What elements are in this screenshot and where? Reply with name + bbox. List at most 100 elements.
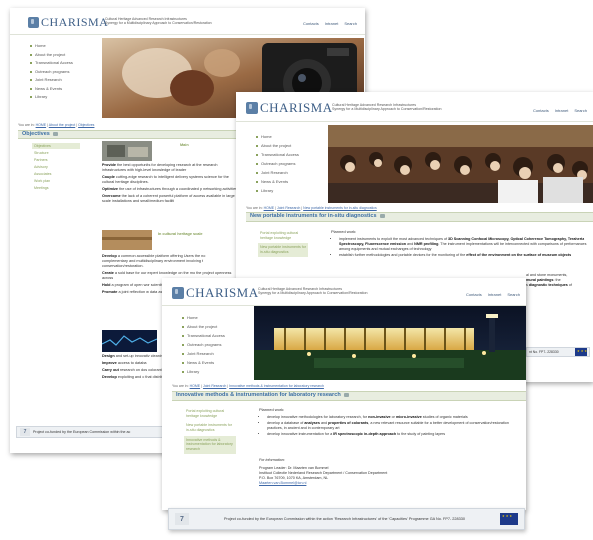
planned-work-item: establish further methodologies and port… [339, 253, 589, 258]
intranet-link[interactable]: Intranet [325, 21, 339, 26]
contacts-link[interactable]: Contacts [466, 292, 482, 297]
heritage-label: In cultural heritage scale [158, 232, 203, 236]
objective-paragraph: Provide the best opportunits for develop… [102, 163, 218, 172]
bullet-icon [30, 79, 32, 82]
charisma-logo[interactable]: CHARISMA [246, 100, 333, 116]
intranet-link[interactable]: Intranet [488, 292, 502, 297]
menu-item-outreach[interactable]: Outreach programs [256, 159, 324, 168]
menu-item-joint-research[interactable]: Joint Research [256, 168, 324, 177]
subnav: Portal exploiting cultural heritage know… [258, 229, 308, 257]
main-label: Main [180, 143, 189, 147]
menu-item-outreach[interactable]: Outreach programs [182, 340, 250, 349]
bullet-icon [256, 189, 258, 192]
breadcrumb-joint-research[interactable]: Joint Research [277, 206, 300, 210]
header-photo-conference [328, 125, 593, 203]
breadcrumb: You are in: HOME | Joint Research | New … [246, 206, 377, 210]
print-icon[interactable] [379, 214, 385, 218]
charisma-logo-icon [172, 287, 184, 299]
bullet-icon [182, 352, 184, 355]
intranet-link[interactable]: Intranet [555, 108, 569, 113]
search-link[interactable]: Search [507, 292, 520, 297]
menu-item-news-events[interactable]: News & Events [182, 358, 250, 367]
contacts-link[interactable]: Contacts [533, 108, 549, 113]
bullet-icon [256, 153, 258, 156]
planned-work-label: Planned work: [259, 407, 285, 412]
menu-item-transnational-access[interactable]: Transnational Access [182, 331, 250, 340]
subnav-meetings[interactable]: Meetings [32, 185, 80, 191]
top-nav: Contacts Intranet Search [466, 292, 520, 297]
planned-work-list: develop innovative methodologies for lab… [259, 415, 521, 438]
menu-item-home[interactable]: Home [256, 132, 324, 141]
bullet-icon [30, 45, 32, 48]
menu-item-library[interactable]: Library [182, 367, 250, 376]
bullet-icon [182, 361, 184, 364]
bullet-icon [256, 180, 258, 183]
page-title: New portable instruments for in-situ dia… [250, 213, 385, 219]
site-tagline: Cultural Heritage Advanced Research Infr… [258, 287, 368, 296]
menu-item-about[interactable]: About the project [256, 141, 324, 150]
bullet-icon [256, 171, 258, 174]
menu-item-joint-research[interactable]: Joint Research [30, 76, 100, 85]
subnav-portal[interactable]: Portal exploiting cultural heritage know… [184, 407, 236, 420]
bullet-icon [182, 334, 184, 337]
thumbnail-lab-equipment [102, 141, 152, 161]
print-icon[interactable] [343, 393, 349, 397]
bullet-icon [182, 316, 184, 319]
bullet-icon [30, 62, 32, 65]
menu-item-home[interactable]: Home [182, 313, 250, 322]
subnav-portable-instruments[interactable]: New portable instruments for in-situ dia… [184, 421, 236, 434]
menu-item-about[interactable]: About the project [182, 322, 250, 331]
funding-footer: 7 Project co-funded by the European Comm… [168, 508, 525, 530]
menu-item-transnational-access[interactable]: Transnational Access [30, 59, 100, 68]
charisma-logo-icon [28, 17, 39, 28]
breadcrumb-about[interactable]: About the project [49, 123, 75, 127]
search-link[interactable]: Search [344, 21, 357, 26]
main-menu: Home About the project Transnational Acc… [182, 313, 250, 376]
planned-work-item: implement instruments to exploit the mos… [339, 237, 589, 252]
menu-item-library[interactable]: Library [30, 93, 100, 102]
breadcrumb-home[interactable]: HOME [264, 206, 275, 210]
top-nav: Contacts Intranet Search [533, 108, 587, 113]
search-link[interactable]: Search [574, 108, 587, 113]
bullet-icon [30, 70, 32, 73]
subnav: Portal exploiting cultural heritage know… [184, 407, 236, 454]
objective-paragraph: Couple cutting-edge research to intellig… [102, 175, 229, 184]
menu-item-transnational-access[interactable]: Transnational Access [256, 150, 324, 159]
eu-flag-icon [575, 348, 588, 356]
charisma-logo[interactable]: CHARISMA [28, 15, 108, 30]
contact-info: For information: Program Leader: Dr. Maa… [259, 458, 521, 486]
menu-item-news-events[interactable]: News & Events [30, 85, 100, 94]
breadcrumb-current[interactable]: Innovative methods & instrumentation for… [229, 384, 324, 388]
subnav-portable-instruments[interactable]: New portable instruments for in-situ dia… [258, 243, 308, 257]
menu-item-home[interactable]: Home [30, 42, 100, 51]
bullet-icon [256, 144, 258, 147]
breadcrumb-objectives[interactable]: Objectives [78, 123, 94, 127]
subnav-work-plan[interactable]: Work plan [32, 178, 80, 184]
conference-audience-illustration [328, 125, 593, 203]
menu-item-outreach[interactable]: Outreach programs [30, 68, 100, 77]
subnav-innovative-methods[interactable]: Innovative methods & instrumentation for… [184, 435, 236, 454]
subnav: Objectives Structure Partners Advisory A… [32, 143, 80, 191]
breadcrumb-joint-research[interactable]: Joint Research [203, 384, 226, 388]
subnav-portal[interactable]: Portal exploiting cultural heritage know… [258, 229, 308, 242]
header-photo-building-night [254, 306, 526, 380]
contact-email-link[interactable]: Maarten.van.Bommel@icn.nl [259, 481, 521, 486]
bullet-icon [30, 87, 32, 90]
menu-item-joint-research[interactable]: Joint Research [182, 349, 250, 358]
charisma-logo[interactable]: CHARISMA [172, 285, 259, 301]
subnav-partners[interactable]: Partners [32, 157, 80, 163]
subnav-objectives[interactable]: Objectives [32, 143, 80, 149]
breadcrumb-current[interactable]: New portable instruments for in-situ dia… [303, 206, 377, 210]
menu-item-about[interactable]: About the project [30, 51, 100, 60]
partial-text-fragments: al and stone monuments, mural paintings:… [526, 273, 572, 287]
breadcrumb-home[interactable]: HOME [190, 384, 201, 388]
print-icon[interactable] [52, 132, 58, 136]
breadcrumb: You are in: HOME | Joint Research | Inno… [172, 384, 324, 388]
menu-item-news-events[interactable]: News & Events [256, 177, 324, 186]
subnav-structure[interactable]: Structure [32, 150, 80, 156]
subnav-associates[interactable]: Associates [32, 171, 80, 177]
subnav-advisory[interactable]: Advisory [32, 164, 80, 170]
breadcrumb-home[interactable]: HOME [36, 123, 47, 127]
contacts-link[interactable]: Contacts [303, 21, 319, 26]
menu-item-library[interactable]: Library [256, 186, 324, 195]
